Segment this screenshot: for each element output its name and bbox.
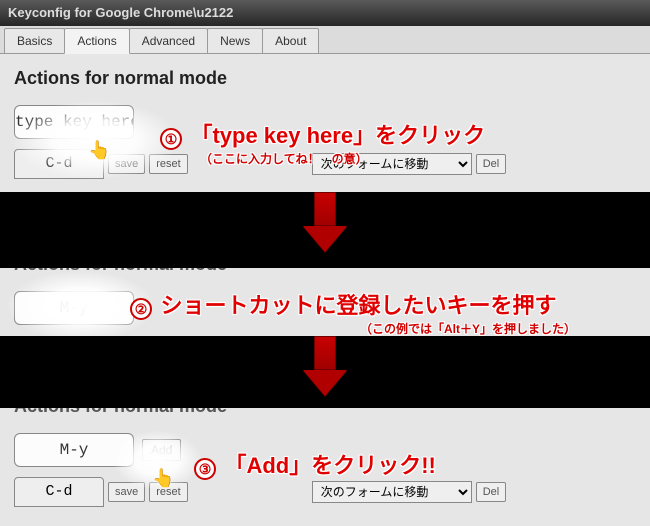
separator-bar-2 [0, 336, 650, 392]
del-button-3[interactable]: Del [476, 482, 507, 502]
panel-step3: Actions for normal mode Add C-d save res… [0, 392, 650, 526]
key-capture-input[interactable] [14, 105, 134, 139]
tab-bar: Basics Actions Advanced News About [0, 26, 650, 54]
bound-key-3: C-d [14, 477, 104, 507]
tab-about[interactable]: About [262, 28, 319, 53]
separator-bar-1 [0, 192, 650, 250]
panel-step1: Keyconfig for Google Chrome\u2122 Basics… [0, 0, 650, 200]
del-button[interactable]: Del [476, 154, 507, 174]
binding-row: C-d save reset 次のフォームに移動 Del [0, 145, 650, 187]
key-capture-input-3[interactable] [14, 433, 134, 467]
tab-basics[interactable]: Basics [4, 28, 65, 53]
reset-button-3[interactable]: reset [149, 482, 187, 502]
save-button-3[interactable]: save [108, 482, 145, 502]
action-select-3[interactable]: 次のフォームに移動 [312, 481, 472, 503]
action-select[interactable]: 次のフォームに移動 [312, 153, 472, 175]
add-button[interactable]: Add [142, 439, 181, 461]
save-button[interactable]: save [108, 154, 145, 174]
tab-advanced[interactable]: Advanced [129, 28, 208, 53]
section-heading: Actions for normal mode [0, 54, 650, 99]
key-capture-input-2[interactable] [14, 291, 134, 325]
bound-key: C-d [14, 149, 104, 179]
binding-row-3: C-d save reset 次のフォームに移動 Del [0, 473, 650, 515]
overlay-top-2 [0, 250, 650, 268]
tab-news[interactable]: News [207, 28, 263, 53]
overlay-top-3 [0, 392, 650, 408]
window-title: Keyconfig for Google Chrome\u2122 [0, 0, 650, 26]
reset-button[interactable]: reset [149, 154, 187, 174]
tab-actions[interactable]: Actions [64, 28, 129, 54]
